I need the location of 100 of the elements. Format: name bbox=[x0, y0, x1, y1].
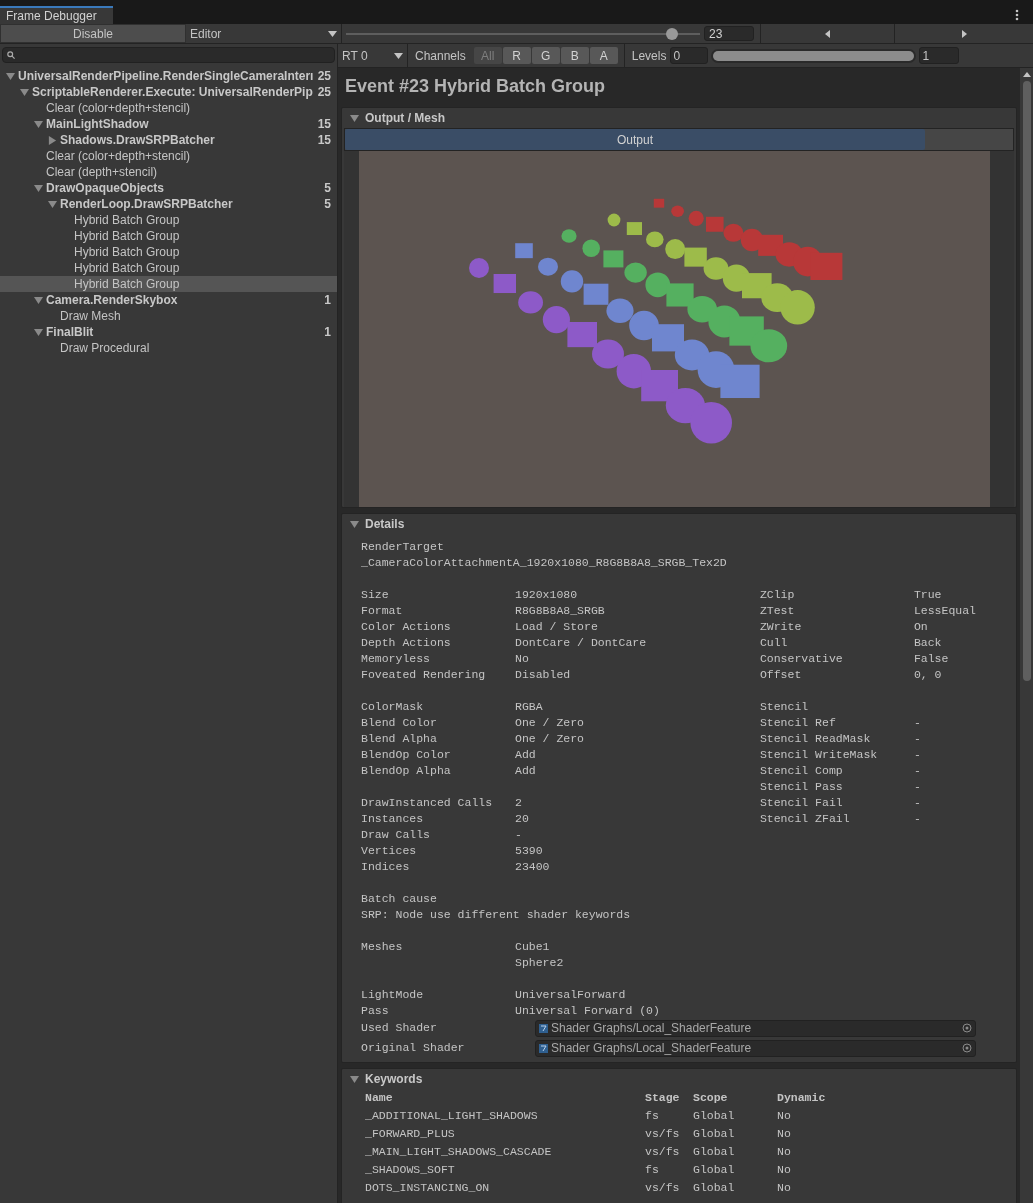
detail-label: Stencil Comp bbox=[759, 763, 844, 778]
detail-label: Original Shader bbox=[361, 1040, 466, 1057]
detail-label: Foveated Rendering bbox=[361, 667, 487, 682]
detail-value: SRP: Node use different shader keywords bbox=[361, 907, 632, 922]
table-cell-text: fs bbox=[645, 1108, 660, 1125]
detail-value: 20 bbox=[515, 811, 529, 826]
detail-value: 0, 0 bbox=[913, 667, 942, 682]
tree-item[interactable]: Draw Mesh bbox=[0, 308, 337, 324]
slider-thumb[interactable] bbox=[665, 27, 678, 40]
detail-value: - bbox=[913, 811, 921, 826]
tree-item[interactable]: FinalBlit 1 bbox=[0, 324, 337, 340]
detail-label: Cull bbox=[759, 635, 789, 650]
detail-label: BlendOp Color bbox=[361, 747, 452, 762]
detail-value: Add bbox=[515, 747, 536, 762]
table-cell-text: _SHADOWS_SOFT bbox=[365, 1162, 456, 1179]
table-cell-text: Global bbox=[693, 1144, 736, 1161]
expanded-triangle-icon[interactable] bbox=[350, 1074, 359, 1084]
tree-item[interactable]: MainLightShadow 15 bbox=[0, 116, 337, 132]
detail-value: - bbox=[913, 747, 921, 762]
detail-value: No bbox=[515, 651, 529, 666]
shader-object-field[interactable]: Shader Graphs/Local_ShaderFeature bbox=[535, 1039, 976, 1057]
detail-value: On bbox=[913, 619, 928, 634]
section-title[interactable]: Keywords bbox=[365, 1070, 423, 1088]
tree-item[interactable]: Clear (depth+stencil) bbox=[0, 164, 337, 180]
table-cell-text: Global bbox=[693, 1126, 736, 1143]
tree-item[interactable]: Shadows.DrawSRPBatcher 15 bbox=[0, 132, 337, 148]
column-header: Scope bbox=[693, 1090, 729, 1107]
table-cell-text: vs/fs bbox=[645, 1180, 681, 1197]
expanded-triangle-icon[interactable] bbox=[6, 71, 15, 81]
table-cell-text: No bbox=[777, 1162, 792, 1179]
event-number-field[interactable]: 23 bbox=[704, 26, 754, 41]
more-options-icon[interactable] bbox=[1015, 9, 1019, 21]
channel-toggle[interactable]: G bbox=[531, 47, 560, 64]
dropdown-caret-icon bbox=[394, 52, 403, 59]
scrollbar[interactable] bbox=[1020, 68, 1033, 1203]
detail-value: - bbox=[913, 763, 921, 778]
levels-max-field[interactable]: 1 bbox=[919, 47, 960, 64]
channel-toggle[interactable]: B bbox=[560, 47, 589, 64]
tree-item[interactable]: UniversalRenderPipeline.RenderSingleCameraInterı 25 bbox=[0, 68, 337, 84]
tree-item[interactable]: Hybrid Batch Group bbox=[0, 244, 337, 260]
table-cell-text: _FORWARD_PLUS bbox=[365, 1126, 456, 1143]
expanded-triangle-icon[interactable] bbox=[20, 87, 29, 97]
expanded-triangle-icon[interactable] bbox=[34, 327, 43, 337]
expanded-triangle-icon[interactable] bbox=[350, 519, 359, 529]
section-title[interactable]: Output / Mesh bbox=[365, 109, 445, 127]
tree-item[interactable]: Clear (color+depth+stencil) bbox=[0, 100, 337, 116]
tree-item[interactable]: DrawOpaqueObjects 5 bbox=[0, 180, 337, 196]
detail-value: One / Zero bbox=[515, 715, 584, 730]
output-tab[interactable]: Output bbox=[345, 129, 925, 150]
levels-min-field[interactable]: 0 bbox=[670, 47, 709, 64]
tree-item[interactable]: RenderLoop.DrawSRPBatcher 5 bbox=[0, 196, 337, 212]
table-cell-text: vs/fs bbox=[645, 1126, 681, 1143]
table-cell-text: No bbox=[777, 1108, 792, 1125]
channel-toggle[interactable]: A bbox=[589, 47, 618, 64]
expanded-triangle-icon[interactable] bbox=[350, 113, 359, 123]
left-arrow-icon bbox=[825, 29, 830, 38]
tree-item[interactable]: Hybrid Batch Group bbox=[0, 260, 337, 276]
detail-label: Indices bbox=[361, 859, 411, 874]
detail-label: LightMode bbox=[361, 987, 425, 1002]
window-tab[interactable]: Frame Debugger bbox=[0, 6, 113, 24]
section-title[interactable]: Details bbox=[365, 515, 405, 533]
detail-value: 2 bbox=[515, 795, 522, 810]
detail-label: Blend Alpha bbox=[361, 731, 438, 746]
detail-label: Stencil Pass bbox=[759, 779, 844, 794]
detail-value: R8G8B8A8_SRGB bbox=[515, 603, 605, 618]
shader-object-field[interactable]: Shader Graphs/Local_ShaderFeature bbox=[535, 1019, 976, 1037]
detail-label: ZTest bbox=[759, 603, 796, 618]
table-cell-text: Global bbox=[693, 1162, 736, 1179]
detail-label: DrawInstanced Calls bbox=[361, 795, 494, 810]
detail-label: Stencil Fail bbox=[759, 795, 844, 810]
collapsed-triangle-icon[interactable] bbox=[48, 135, 57, 145]
detail-value: Cube1 bbox=[515, 939, 551, 954]
expanded-triangle-icon[interactable] bbox=[48, 199, 57, 209]
table-cell-text: vs/fs bbox=[645, 1144, 681, 1161]
tree-item[interactable]: Clear (color+depth+stencil) bbox=[0, 148, 337, 164]
table-cell-text: fs bbox=[645, 1162, 660, 1179]
expanded-triangle-icon[interactable] bbox=[34, 119, 43, 129]
scroll-up-arrow-icon[interactable] bbox=[1022, 72, 1031, 77]
detail-value: DontCare / DontCare bbox=[515, 635, 647, 650]
detail-value: - bbox=[913, 731, 921, 746]
channel-toggle[interactable]: R bbox=[502, 47, 531, 64]
search-field[interactable] bbox=[2, 47, 335, 63]
render-target-dropdown[interactable]: RT 0 bbox=[338, 44, 408, 67]
detail-label: Stencil ReadMask bbox=[759, 731, 872, 746]
tree-item[interactable]: ScriptableRenderer.Execute: UniversalRenderPip 25 bbox=[0, 84, 337, 100]
tree-item[interactable]: Draw Procedural bbox=[0, 340, 337, 356]
tree-item[interactable]: Hybrid Batch Group bbox=[0, 228, 337, 244]
right-arrow-icon bbox=[961, 29, 967, 38]
disable-button[interactable]: Disable bbox=[0, 24, 186, 43]
tree-item[interactable]: Hybrid Batch Group bbox=[0, 276, 337, 292]
tree-item[interactable]: Camera.RenderSkybox 1 bbox=[0, 292, 337, 308]
scrollbar-thumb[interactable] bbox=[1022, 81, 1031, 681]
detail-value: One / Zero bbox=[515, 731, 584, 746]
table-cell-text: Global bbox=[693, 1180, 736, 1197]
expanded-triangle-icon[interactable] bbox=[34, 183, 43, 193]
levels-label: Levels bbox=[631, 47, 667, 65]
column-header: Stage bbox=[645, 1090, 681, 1107]
expanded-triangle-icon[interactable] bbox=[34, 295, 43, 305]
detail-label: Draw Calls bbox=[361, 827, 431, 842]
tree-item[interactable]: Hybrid Batch Group bbox=[0, 212, 337, 228]
